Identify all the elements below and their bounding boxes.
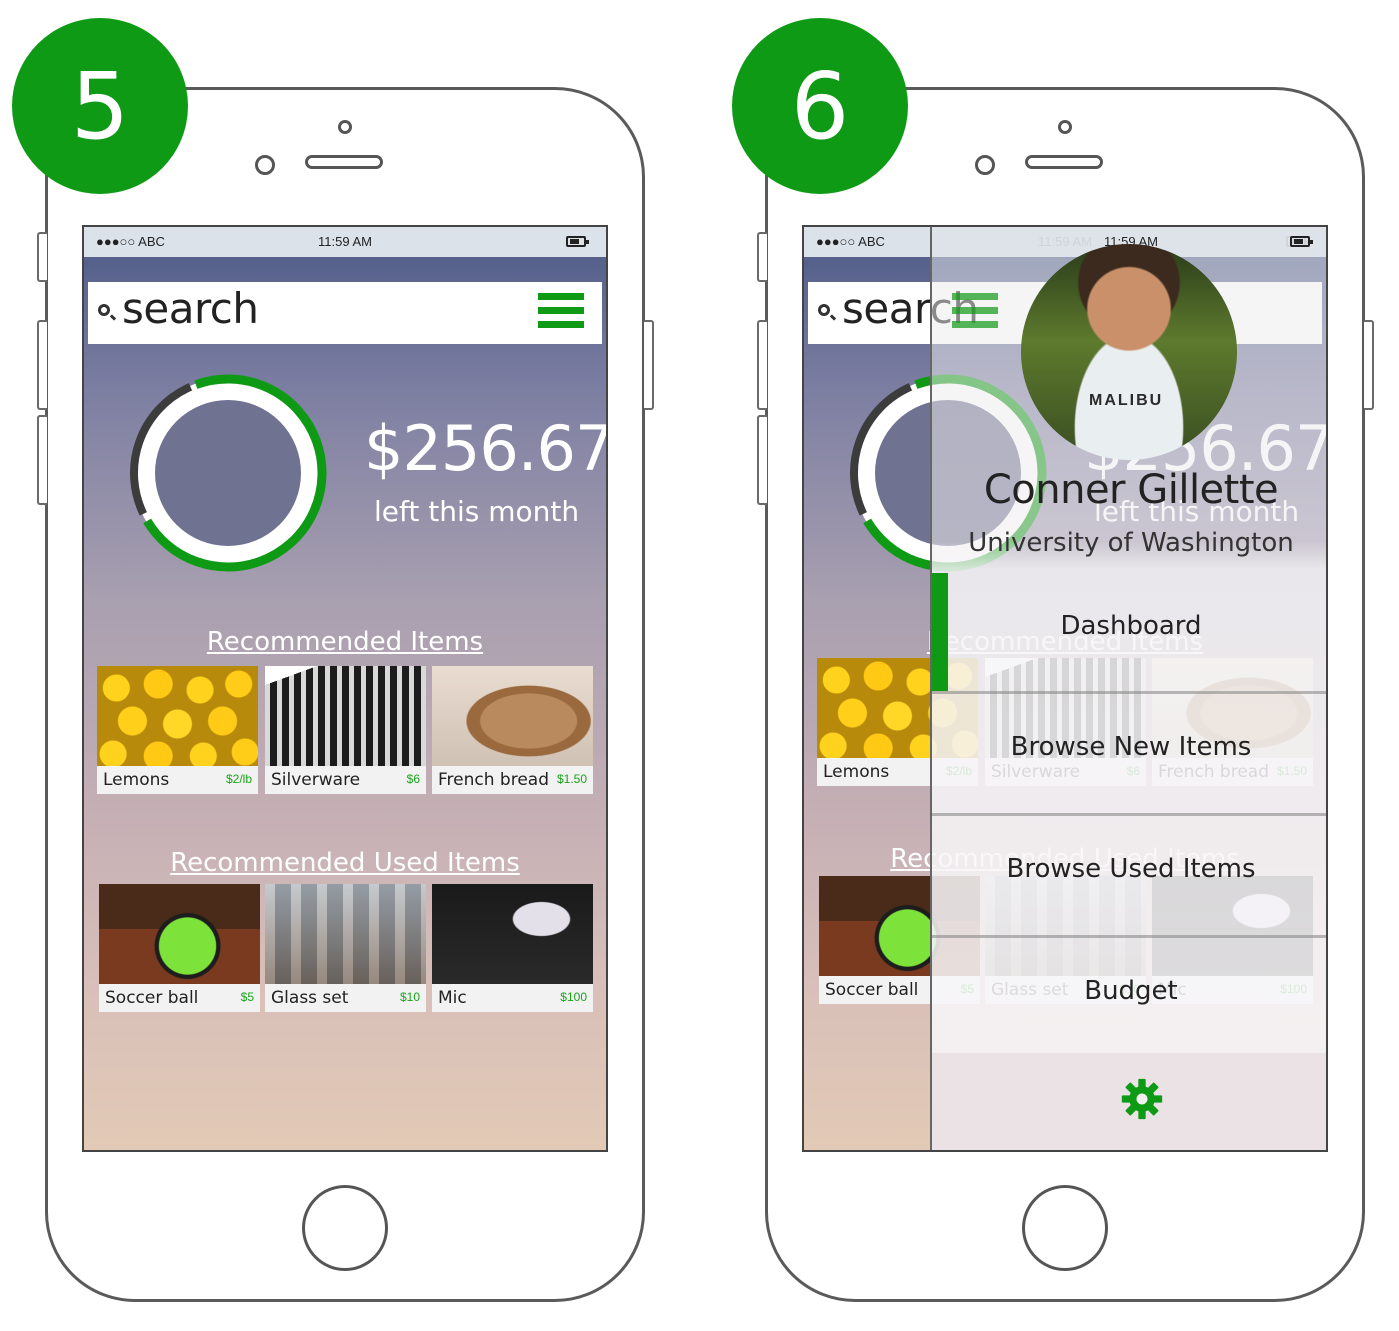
item-name: Glass set [271,988,349,1008]
step-number-badge: 6 [732,18,908,194]
home-button[interactable] [302,1185,388,1271]
mute-switch [757,232,767,282]
earpiece-speaker [1025,155,1103,169]
item-price: $5 [240,990,254,1004]
navigation-drawer: 11:59 AM MALIBU Conner Gillette Universi… [930,227,1326,1150]
battery-icon [1290,236,1313,247]
menu-item-browse-new[interactable]: Browse New Items [932,694,1326,814]
soccer-ball-photo [99,884,260,984]
front-camera [975,155,995,175]
menu-item-browse-used[interactable]: Browse Used Items [932,816,1326,936]
hamburger-menu-icon[interactable] [952,293,998,333]
budget-progress-ring [129,374,327,572]
item-price: $100 [560,990,587,1004]
mute-switch [37,232,47,282]
item-price: $1.50 [556,772,587,786]
volume-down-button [757,415,767,505]
menu-item-budget[interactable]: Budget [932,938,1326,1058]
hamburger-menu-icon[interactable] [538,293,584,333]
search-icon [818,304,830,316]
menu-item-label: Browse New Items [1010,732,1252,762]
volume-down-button [37,415,47,505]
step-number-badge: 5 [12,18,188,194]
power-button [1364,320,1374,410]
item-name: French bread [438,770,549,790]
budget-caption: left this month [374,495,580,528]
bread-photo [432,666,593,766]
app-screen-dashboard: ●●●○○ ABC 11:59 AM search $256.67 left t… [82,225,608,1152]
profile-name: Conner Gillette [983,467,1279,513]
item-name: Lemons [103,770,170,790]
menu-item-label: Dashboard [1060,611,1202,641]
menu-item-label: Budget [1084,976,1178,1006]
profile-school: University of Washington [968,528,1294,558]
recommended-items-link[interactable]: Recommended Items [84,627,606,657]
mic-photo [432,884,593,984]
item-card[interactable]: Lemons $2/lb [97,666,258,794]
profile-avatar[interactable]: MALIBU [1021,244,1237,460]
silverware-photo [265,666,426,766]
item-card[interactable]: Silverware $6 [265,666,426,794]
glass-set-photo [265,884,426,984]
front-sensor [338,120,352,134]
volume-up-button [37,320,47,410]
item-name: Mic [438,988,467,1008]
item-card[interactable]: Soccer ball $5 [99,884,260,1012]
lemons-photo [97,666,258,766]
item-name: Soccer ball [105,988,199,1008]
search-icon [98,304,110,316]
status-time: 11:59 AM [318,234,372,249]
shirt-print: MALIBU [1089,392,1164,409]
status-bar: ●●●○○ ABC 11:59 AM [84,227,606,257]
settings-bar [932,1053,1326,1150]
item-name: Silverware [271,770,361,790]
recommended-used-items-link[interactable]: Recommended Used Items [84,848,606,878]
search-bar[interactable]: search [88,282,602,344]
gear-icon[interactable] [1120,1077,1164,1121]
item-card[interactable]: Glass set $10 [265,884,426,1012]
item-price: $2/lb [225,772,252,786]
app-screen-menu-open: ●●●○○ ABC 11:59 AM search $256.67 left t… [802,225,1328,1152]
menu-item-label: Browse Used Items [1006,854,1256,884]
earpiece-speaker [305,155,383,169]
battery-icon [566,236,589,247]
budget-amount: $256.67 [364,412,608,485]
volume-up-button [757,320,767,410]
item-price: $6 [406,772,420,786]
power-button [644,320,654,410]
search-input[interactable]: search [122,284,259,333]
item-name: Soccer ball [825,980,919,1000]
menu-item-dashboard[interactable]: Dashboard [932,573,1326,693]
item-name: Lemons [823,762,890,782]
item-price: $10 [399,990,420,1004]
item-card[interactable]: French bread $1.50 [432,666,593,794]
front-camera [255,155,275,175]
item-card[interactable]: Mic $100 [432,884,593,1012]
home-button[interactable] [1022,1185,1108,1271]
front-sensor [1058,120,1072,134]
